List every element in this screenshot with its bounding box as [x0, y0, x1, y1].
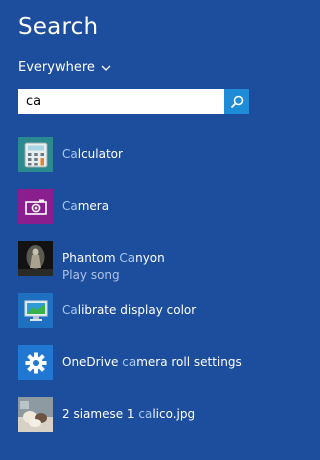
album-art-thumbnail [18, 241, 53, 276]
result-calculator[interactable]: Calculator [18, 137, 280, 189]
result-song[interactable]: Phantom Canyon Play song [18, 241, 280, 293]
result-subtitle: Play song [62, 268, 120, 282]
result-title: 2 siamese 1 calico.jpg [62, 407, 196, 421]
camera-icon [18, 189, 53, 224]
search-results: Calculator Camera Phantom Canyon Play so… [18, 137, 280, 449]
scope-dropdown[interactable]: Everywhere [18, 60, 111, 75]
search-icon [230, 95, 243, 108]
result-onedrive-camera-roll[interactable]: OneDrive camera roll settings [18, 345, 280, 397]
result-image-file[interactable]: 2 siamese 1 calico.jpg [18, 397, 280, 449]
search-button[interactable] [224, 89, 249, 114]
result-calibrate-display[interactable]: Calibrate display color [18, 293, 280, 345]
result-title: Calibrate display color [62, 303, 197, 317]
image-thumbnail [18, 397, 53, 432]
result-title: Calculator [62, 147, 123, 161]
result-title: OneDrive camera roll settings [62, 355, 242, 369]
page-title: Search [18, 14, 99, 40]
search-input[interactable] [18, 89, 224, 114]
result-title: Phantom Canyon [62, 251, 165, 265]
result-camera[interactable]: Camera [18, 189, 280, 241]
calculator-icon [18, 137, 53, 172]
search-box [18, 89, 249, 114]
chevron-down-icon [101, 64, 111, 71]
scope-label: Everywhere [18, 60, 95, 75]
result-title: Camera [62, 199, 110, 213]
display-calibration-icon [18, 293, 53, 328]
gear-icon [18, 345, 53, 380]
